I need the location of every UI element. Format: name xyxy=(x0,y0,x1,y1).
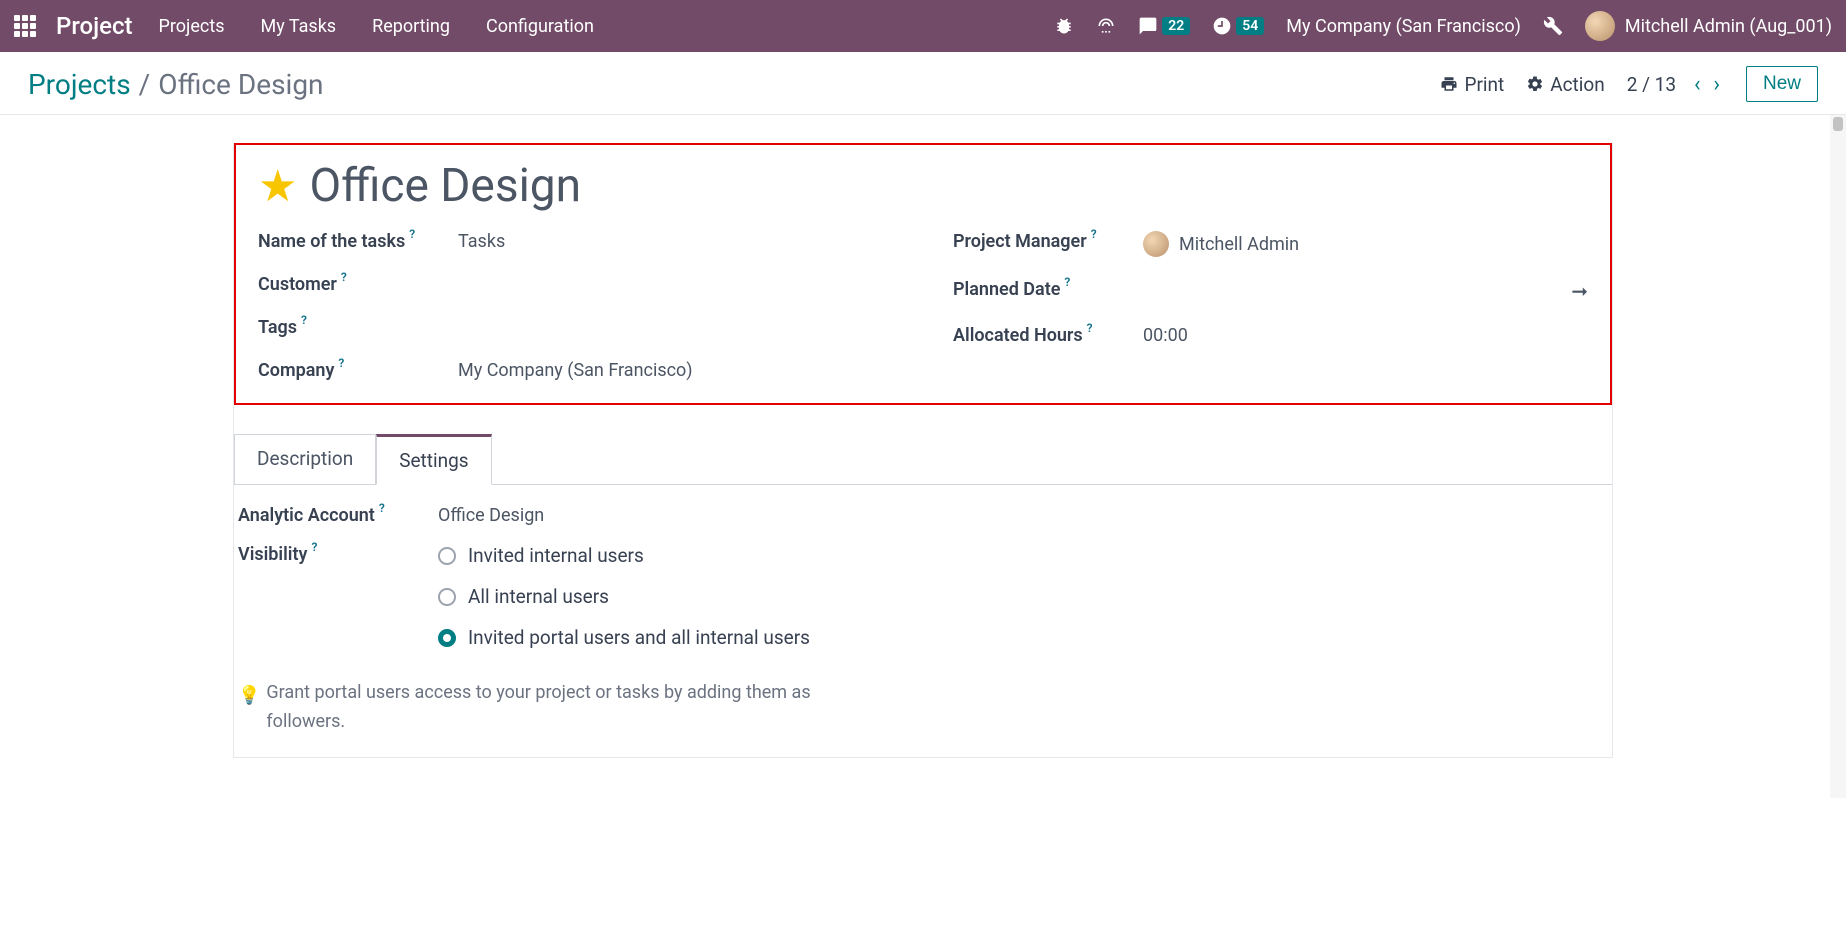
pager-next-icon[interactable]: › xyxy=(1709,72,1724,97)
help-icon[interactable]: ? xyxy=(1091,227,1097,241)
planned-label: Planned Date xyxy=(953,279,1060,300)
menu-configuration[interactable]: Configuration xyxy=(486,16,594,37)
scrollbar[interactable] xyxy=(1830,115,1846,798)
user-name: Mitchell Admin (Aug_001) xyxy=(1625,16,1832,37)
top-navbar: Project Projects My Tasks Reporting Conf… xyxy=(0,0,1846,52)
menu-projects[interactable]: Projects xyxy=(159,16,225,37)
manager-field[interactable]: Mitchell Admin xyxy=(1143,231,1299,257)
speed-icon[interactable] xyxy=(1096,16,1116,36)
menu-my-tasks[interactable]: My Tasks xyxy=(261,16,337,37)
arrow-right-icon[interactable]: ➞ xyxy=(1571,279,1588,303)
radio-icon xyxy=(438,547,456,565)
help-icon[interactable]: ? xyxy=(301,313,307,327)
radio-icon xyxy=(438,588,456,606)
tags-label: Tags xyxy=(258,317,297,338)
app-brand[interactable]: Project xyxy=(56,12,133,40)
avatar-icon xyxy=(1585,11,1615,41)
customer-label: Customer xyxy=(258,274,337,295)
help-icon[interactable]: ? xyxy=(379,501,385,515)
help-icon[interactable]: ? xyxy=(341,270,347,284)
main-menu: Projects My Tasks Reporting Configuratio… xyxy=(159,16,594,37)
menu-reporting[interactable]: Reporting xyxy=(372,16,450,37)
lightbulb-icon: 💡 xyxy=(238,682,260,711)
help-icon[interactable]: ? xyxy=(311,540,317,554)
breadcrumb-sep: / xyxy=(139,68,151,101)
tab-settings[interactable]: Settings xyxy=(376,434,491,485)
pager-prev-icon[interactable]: ‹ xyxy=(1690,72,1705,97)
name-field[interactable]: Tasks xyxy=(458,231,505,252)
activities-badge: 54 xyxy=(1236,17,1264,35)
content-area: ★ Office Design Name of the tasks? Tasks… xyxy=(0,115,1846,798)
company-switcher[interactable]: My Company (San Francisco) xyxy=(1286,16,1521,37)
visibility-option-invited-internal[interactable]: Invited internal users xyxy=(438,544,810,567)
settings-pane: Analytic Account? Office Design Visibili… xyxy=(234,485,1612,757)
visibility-radios: Invited internal users All internal user… xyxy=(438,544,810,649)
apps-icon[interactable] xyxy=(14,15,36,37)
breadcrumb-parent[interactable]: Projects xyxy=(28,68,131,101)
help-icon[interactable]: ? xyxy=(409,227,415,241)
messages-badge: 22 xyxy=(1162,17,1190,35)
help-icon[interactable]: ? xyxy=(1087,321,1093,335)
form-sheet: ★ Office Design Name of the tasks? Tasks… xyxy=(233,143,1613,758)
control-panel: Projects / Office Design Print Action 2 … xyxy=(0,52,1846,115)
hours-field[interactable]: 00:00 xyxy=(1143,325,1188,346)
breadcrumb: Projects / Office Design xyxy=(28,68,324,101)
help-icon[interactable]: ? xyxy=(338,356,344,370)
print-button[interactable]: Print xyxy=(1440,73,1504,96)
pager-text[interactable]: 2 / 13 xyxy=(1627,73,1676,96)
hours-label: Allocated Hours xyxy=(953,325,1083,346)
visibility-option-portal[interactable]: Invited portal users and all internal us… xyxy=(438,626,810,649)
tools-icon[interactable] xyxy=(1543,16,1563,36)
user-menu[interactable]: Mitchell Admin (Aug_001) xyxy=(1585,11,1832,41)
company-field[interactable]: My Company (San Francisco) xyxy=(458,360,693,381)
radio-icon xyxy=(438,629,456,647)
tab-description[interactable]: Description xyxy=(234,434,376,485)
analytic-field[interactable]: Office Design xyxy=(438,505,544,526)
new-button[interactable]: New xyxy=(1746,66,1818,102)
messages-icon[interactable]: 22 xyxy=(1138,16,1190,36)
activities-icon[interactable]: 54 xyxy=(1212,16,1264,36)
pager: 2 / 13 ‹ › xyxy=(1627,72,1724,97)
navbar-right: 22 54 My Company (San Francisco) Mitchel… xyxy=(1054,11,1832,41)
visibility-label: Visibility xyxy=(238,544,307,565)
right-column: Project Manager? Mitchell Admin Planned … xyxy=(953,231,1588,381)
help-icon[interactable]: ? xyxy=(1064,275,1070,289)
breadcrumb-current: Office Design xyxy=(158,68,323,101)
left-column: Name of the tasks? Tasks Customer? Tags?… xyxy=(258,231,893,381)
analytic-label: Analytic Account xyxy=(238,505,375,526)
highlighted-header: ★ Office Design Name of the tasks? Tasks… xyxy=(234,143,1612,405)
name-label: Name of the tasks xyxy=(258,231,405,252)
action-button[interactable]: Action xyxy=(1526,73,1605,96)
visibility-option-all-internal[interactable]: All internal users xyxy=(438,585,810,608)
tabs: Description Settings xyxy=(234,433,1612,485)
favorite-star-icon[interactable]: ★ xyxy=(258,164,297,208)
record-title[interactable]: Office Design xyxy=(309,159,581,213)
manager-label: Project Manager xyxy=(953,231,1087,252)
visibility-hint: 💡 Grant portal users access to your proj… xyxy=(238,679,858,737)
control-actions: Print Action 2 / 13 ‹ › New xyxy=(1440,66,1818,102)
bug-icon[interactable] xyxy=(1054,16,1074,36)
avatar-icon xyxy=(1143,231,1169,257)
company-label: Company xyxy=(258,360,334,381)
